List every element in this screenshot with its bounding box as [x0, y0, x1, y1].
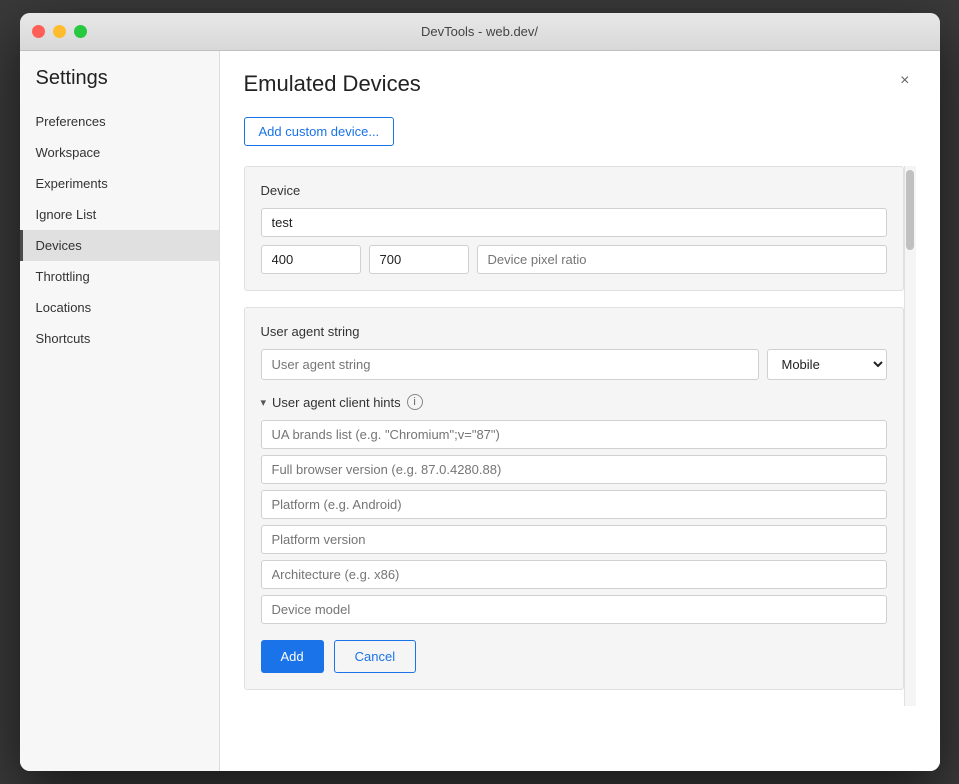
device-form-section: Device — [244, 166, 904, 291]
width-input[interactable] — [261, 245, 361, 274]
sidebar-item-preferences[interactable]: Preferences — [20, 106, 219, 137]
sidebar-item-experiments[interactable]: Experiments — [20, 168, 219, 199]
titlebar: DevTools - web.dev/ — [20, 13, 940, 51]
device-section-label: Device — [261, 183, 887, 198]
cancel-button[interactable]: Cancel — [334, 640, 416, 673]
dpr-input[interactable] — [477, 245, 887, 274]
ua-row: Mobile Desktop Tablet — [261, 349, 887, 380]
main-title: Emulated Devices — [244, 71, 421, 97]
minimize-window-button[interactable] — [53, 25, 66, 38]
client-hints-toggle[interactable]: ▾ User agent client hints i — [261, 394, 887, 410]
sidebar-item-workspace[interactable]: Workspace — [20, 137, 219, 168]
add-custom-device-button[interactable]: Add custom device... — [244, 117, 395, 146]
sidebar-item-ignore-list[interactable]: Ignore List — [20, 199, 219, 230]
dimensions-row — [261, 245, 887, 274]
ua-type-select[interactable]: Mobile Desktop Tablet — [767, 349, 887, 380]
sidebar-item-shortcuts[interactable]: Shortcuts — [20, 323, 219, 354]
sidebar-item-locations[interactable]: Locations — [20, 292, 219, 323]
action-row: Add Cancel — [261, 640, 887, 673]
platform-input[interactable] — [261, 490, 887, 519]
ua-string-label: User agent string — [261, 324, 887, 339]
settings-content: Settings Preferences Workspace Experimen… — [20, 51, 940, 771]
add-button[interactable]: Add — [261, 640, 324, 673]
sidebar-item-throttling[interactable]: Throttling — [20, 261, 219, 292]
sidebar: Settings Preferences Workspace Experimen… — [20, 51, 220, 771]
window-title: DevTools - web.dev/ — [421, 24, 538, 39]
close-settings-button[interactable]: × — [894, 71, 915, 91]
scroll-thumb — [906, 170, 914, 250]
device-name-input[interactable] — [261, 208, 887, 237]
window-controls — [32, 25, 87, 38]
info-icon[interactable]: i — [407, 394, 423, 410]
ua-string-input[interactable] — [261, 349, 759, 380]
close-window-button[interactable] — [32, 25, 45, 38]
collapse-arrow-icon: ▾ — [261, 396, 267, 409]
ua-brands-input[interactable] — [261, 420, 887, 449]
scrollbar[interactable] — [904, 166, 916, 706]
height-input[interactable] — [369, 245, 469, 274]
client-hints-label: User agent client hints — [272, 395, 401, 410]
client-hints-fields — [261, 420, 887, 624]
main-panel: Emulated Devices × Add custom device... … — [220, 51, 940, 771]
settings-title: Settings — [20, 67, 219, 106]
platform-version-input[interactable] — [261, 525, 887, 554]
architecture-input[interactable] — [261, 560, 887, 589]
maximize-window-button[interactable] — [74, 25, 87, 38]
devtools-window: DevTools - web.dev/ Settings Preferences… — [20, 13, 940, 771]
full-browser-version-input[interactable] — [261, 455, 887, 484]
sidebar-item-devices[interactable]: Devices — [20, 230, 219, 261]
main-header: Emulated Devices × — [244, 71, 916, 97]
ua-string-section: User agent string Mobile Desktop Tablet — [244, 307, 904, 690]
device-model-input[interactable] — [261, 595, 887, 624]
